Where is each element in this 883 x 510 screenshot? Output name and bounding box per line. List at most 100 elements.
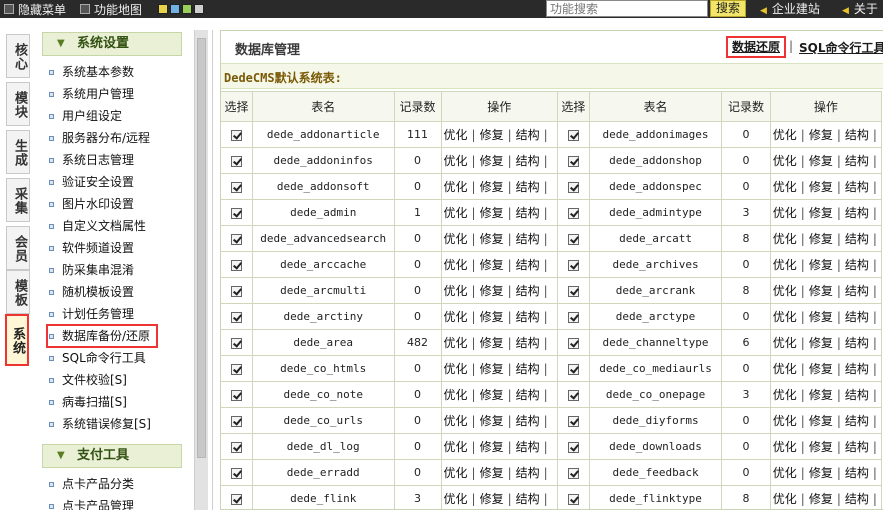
table-checkbox[interactable] (567, 181, 579, 193)
optimize-link[interactable]: 优化 (773, 206, 797, 220)
menu-item[interactable]: 防采集串混淆 (48, 260, 134, 280)
optimize-link[interactable]: 优化 (444, 336, 468, 350)
menu-item[interactable]: 用户组设定 (48, 106, 122, 126)
tab-members[interactable]: 会员 (6, 226, 30, 270)
repair-link[interactable]: 修复 (480, 440, 504, 454)
repair-link[interactable]: 修复 (480, 206, 504, 220)
table-checkbox[interactable] (567, 285, 579, 297)
repair-link[interactable]: 修复 (809, 414, 833, 428)
about-link[interactable]: ◀ 关于 (842, 0, 878, 18)
structure-link[interactable]: 结构 (516, 128, 540, 142)
menu-item[interactable]: 系统日志管理 (48, 150, 134, 170)
structure-link[interactable]: 结构 (516, 258, 540, 272)
structure-link[interactable]: 结构 (516, 284, 540, 298)
tab-core[interactable]: 核心 (6, 34, 30, 78)
structure-link[interactable]: 结构 (516, 388, 540, 402)
sql-tool-link[interactable]: SQL命令行工具 (799, 39, 883, 56)
restore-data-link[interactable]: 数据还原 (726, 36, 787, 58)
optimize-link[interactable]: 优化 (444, 362, 468, 376)
structure-link[interactable]: 结构 (516, 180, 540, 194)
structure-link[interactable]: 结构 (845, 180, 869, 194)
optimize-link[interactable]: 优化 (444, 206, 468, 220)
structure-link[interactable]: 结构 (845, 492, 869, 506)
menu-item[interactable]: SQL命令行工具 (48, 348, 146, 368)
structure-link[interactable]: 结构 (845, 440, 869, 454)
menu-item[interactable]: 验证安全设置 (48, 172, 134, 192)
repair-link[interactable]: 修复 (809, 466, 833, 480)
table-checkbox[interactable] (567, 311, 579, 323)
table-checkbox[interactable] (230, 129, 242, 141)
repair-link[interactable]: 修复 (480, 414, 504, 428)
repair-link[interactable]: 修复 (809, 310, 833, 324)
menu-item[interactable]: 文件校验[S] (48, 370, 127, 390)
optimize-link[interactable]: 优化 (773, 492, 797, 506)
structure-link[interactable]: 结构 (845, 388, 869, 402)
repair-link[interactable]: 修复 (480, 310, 504, 324)
menu-item[interactable]: 软件频道设置 (48, 238, 134, 258)
structure-link[interactable]: 结构 (516, 466, 540, 480)
structure-link[interactable]: 结构 (516, 492, 540, 506)
menu-scrollbar[interactable] (194, 30, 208, 510)
repair-link[interactable]: 修复 (809, 128, 833, 142)
table-checkbox[interactable] (230, 493, 242, 505)
table-checkbox[interactable] (567, 129, 579, 141)
table-checkbox[interactable] (567, 363, 579, 375)
structure-link[interactable]: 结构 (845, 336, 869, 350)
menu-item[interactable]: 图片水印设置 (48, 194, 134, 214)
menu-section-payment-tools[interactable]: ▼ 支付工具 (42, 444, 182, 468)
repair-link[interactable]: 修复 (809, 258, 833, 272)
menu-item[interactable]: 数据库备份/还原 (45, 324, 159, 348)
table-checkbox[interactable] (230, 441, 242, 453)
repair-link[interactable]: 修复 (809, 284, 833, 298)
optimize-link[interactable]: 优化 (773, 258, 797, 272)
menu-item[interactable]: 服务器分布/远程 (48, 128, 150, 148)
table-checkbox[interactable] (230, 467, 242, 479)
table-checkbox[interactable] (230, 415, 242, 427)
table-checkbox[interactable] (567, 259, 579, 271)
optimize-link[interactable]: 优化 (444, 466, 468, 480)
table-checkbox[interactable] (567, 207, 579, 219)
structure-link[interactable]: 结构 (516, 232, 540, 246)
optimize-link[interactable]: 优化 (444, 258, 468, 272)
repair-link[interactable]: 修复 (480, 466, 504, 480)
structure-link[interactable]: 结构 (516, 154, 540, 168)
table-checkbox[interactable] (567, 415, 579, 427)
optimize-link[interactable]: 优化 (773, 128, 797, 142)
structure-link[interactable]: 结构 (845, 154, 869, 168)
optimize-link[interactable]: 优化 (773, 362, 797, 376)
table-checkbox[interactable] (230, 259, 242, 271)
repair-link[interactable]: 修复 (809, 492, 833, 506)
theme-yellow-swatch[interactable] (158, 4, 169, 14)
repair-link[interactable]: 修复 (809, 388, 833, 402)
optimize-link[interactable]: 优化 (444, 492, 468, 506)
optimize-link[interactable]: 优化 (444, 128, 468, 142)
structure-link[interactable]: 结构 (845, 206, 869, 220)
structure-link[interactable]: 结构 (516, 362, 540, 376)
repair-link[interactable]: 修复 (809, 180, 833, 194)
repair-link[interactable]: 修复 (480, 232, 504, 246)
optimize-link[interactable]: 优化 (444, 180, 468, 194)
tab-system[interactable]: 系统 (5, 314, 29, 366)
repair-link[interactable]: 修复 (809, 206, 833, 220)
structure-link[interactable]: 结构 (845, 414, 869, 428)
menu-item[interactable]: 系统基本参数 (48, 62, 134, 82)
table-checkbox[interactable] (230, 311, 242, 323)
menu-item[interactable]: 系统用户管理 (48, 84, 134, 104)
optimize-link[interactable]: 优化 (773, 180, 797, 194)
table-checkbox[interactable] (230, 285, 242, 297)
structure-link[interactable]: 结构 (845, 362, 869, 376)
structure-link[interactable]: 结构 (516, 336, 540, 350)
repair-link[interactable]: 修复 (480, 492, 504, 506)
repair-link[interactable]: 修复 (480, 388, 504, 402)
structure-link[interactable]: 结构 (845, 284, 869, 298)
tab-templates[interactable]: 模板 (6, 270, 30, 314)
menu-item[interactable]: 点卡产品分类 (48, 474, 134, 494)
menu-item[interactable]: 系统错误修复[S] (48, 414, 151, 434)
structure-link[interactable]: 结构 (516, 206, 540, 220)
optimize-link[interactable]: 优化 (773, 310, 797, 324)
optimize-link[interactable]: 优化 (773, 232, 797, 246)
table-checkbox[interactable] (567, 467, 579, 479)
optimize-link[interactable]: 优化 (444, 284, 468, 298)
enterprise-link[interactable]: ◀ 企业建站 (760, 0, 820, 18)
optimize-link[interactable]: 优化 (773, 466, 797, 480)
